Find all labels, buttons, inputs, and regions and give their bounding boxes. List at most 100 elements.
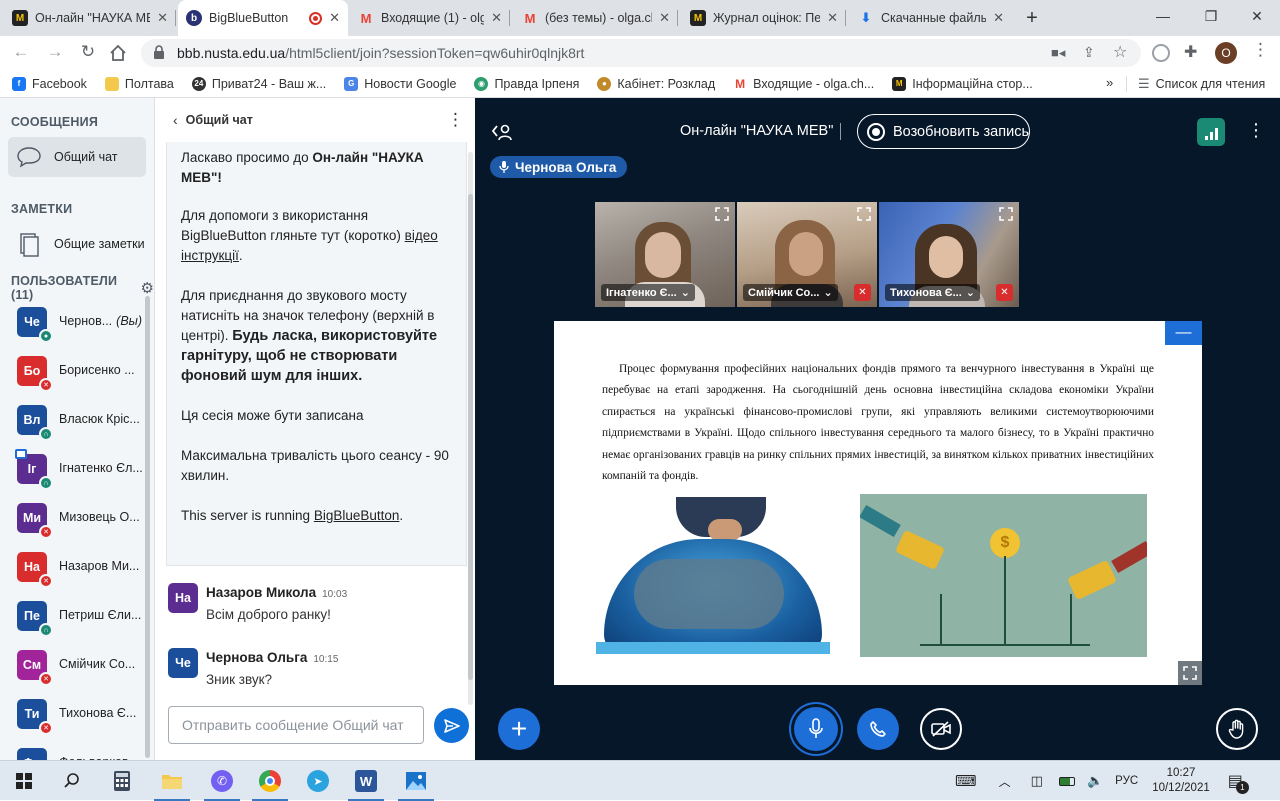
volume-icon[interactable]: 🔈 [1087, 773, 1103, 789]
webcam-video[interactable]: Ігнатенко Є... ⌄ [595, 202, 735, 307]
meet-now-icon[interactable]: ◫ [1031, 773, 1043, 789]
tab-grades[interactable]: M Журнал оцінок: Пе ✕ [682, 4, 846, 32]
taskbar-viber[interactable]: ✆ [198, 761, 246, 801]
presentation-slide[interactable]: Процес формування професійних національн… [554, 321, 1202, 685]
taskbar-chrome[interactable] [246, 761, 294, 801]
chat-options-icon[interactable]: ⋮ [447, 110, 464, 130]
notifications-icon[interactable]: ▤ 1 [1228, 771, 1249, 794]
back-button[interactable]: ← [10, 42, 32, 64]
close-tab-icon[interactable]: ✕ [491, 10, 502, 26]
user-list-item[interactable]: Вл ∩ Власюк Кріс... [0, 396, 150, 444]
minimize-presentation-button[interactable]: — [1165, 321, 1202, 345]
taskbar-calculator[interactable] [98, 761, 146, 801]
tab-gmail-draft[interactable]: M (без темы) - olga.ch ✕ [514, 4, 678, 32]
bigbluebutton-link[interactable]: BigBlueButton [314, 508, 400, 523]
user-list-item[interactable]: Іг ∩ Ігнатенко Єл... [0, 445, 150, 493]
share-icon[interactable]: ⇪ [1083, 44, 1095, 61]
minimize-button[interactable]: — [1140, 0, 1186, 32]
chevron-up-icon[interactable]: ︿ [999, 773, 1011, 790]
mute-microphone-button[interactable] [794, 707, 838, 751]
profile-avatar[interactable]: O [1215, 42, 1237, 64]
user-list-item[interactable]: См ✕ Смійчик Со... [0, 641, 150, 689]
user-list-item[interactable]: Бо ✕ Борисенко ... [0, 347, 150, 395]
address-bar[interactable]: bbb.nusta.edu.ua/html5client/join?sessio… [141, 39, 1141, 67]
manage-users-icon[interactable] [491, 123, 513, 141]
shared-notes-button[interactable]: Общие заметки [8, 224, 146, 264]
connection-status-icon[interactable] [1197, 118, 1225, 146]
restore-button[interactable]: ❐ [1188, 0, 1234, 32]
tab-bigbluebutton[interactable]: b BigBlueButton ✕ [178, 0, 348, 36]
reading-list-button[interactable]: ☰ Список для чтения [1138, 76, 1265, 92]
home-button[interactable] [108, 43, 128, 63]
close-tab-icon[interactable]: ✕ [993, 10, 1004, 26]
user-list-item[interactable]: Че ● Чернов... (Вы) [0, 298, 150, 346]
chat-title[interactable]: Общий чат [186, 113, 253, 127]
public-chat-button[interactable]: Общий чат [8, 137, 146, 177]
share-webcam-button[interactable] [920, 708, 962, 750]
webcam-video[interactable]: Тихонова Є... ⌄ ✕ [879, 202, 1019, 307]
bookmark-pravda-irpin[interactable]: ◉ Правда Ірпеня [474, 76, 579, 91]
close-window-button[interactable]: ✕ [1234, 0, 1280, 32]
webcam-user-label[interactable]: Смійчик Со... ⌄ [743, 284, 838, 301]
clock[interactable]: 10:27 10/12/2021 [1152, 766, 1210, 796]
pravda-icon: ◉ [474, 76, 489, 91]
taskbar-search-button[interactable] [48, 761, 96, 801]
windows-start-icon [16, 773, 32, 789]
windows-start-button[interactable] [0, 761, 48, 801]
resume-recording-button[interactable]: Возобновить запись [857, 114, 1030, 149]
fullscreen-icon[interactable] [715, 207, 729, 221]
user-list-item[interactable]: Ти ✕ Тихонова Є... [0, 690, 150, 738]
keyboard-icon[interactable]: ⌨ [955, 772, 977, 790]
extensions-puzzle-icon[interactable]: ✚ [1184, 42, 1197, 62]
user-list-item[interactable]: Пе ∩ Петриш Єли... [0, 592, 150, 640]
taskbar-telegram[interactable]: ➤ [294, 761, 342, 801]
more-bookmarks-button[interactable]: » [1106, 75, 1113, 90]
tab-gmail-inbox[interactable]: M Входящие (1) - olga.ch ✕ [350, 4, 510, 32]
close-tab-icon[interactable]: ✕ [329, 10, 340, 26]
camera-indicator-icon[interactable]: ■◂ [1051, 45, 1065, 61]
close-tab-icon[interactable]: ✕ [157, 10, 168, 26]
user-list-item[interactable]: Фо✕Фольварков... [0, 739, 150, 760]
fullscreen-icon[interactable] [999, 207, 1013, 221]
raise-hand-button[interactable] [1216, 708, 1258, 750]
tab-downloads[interactable]: ⬇ Скачанные файлы ✕ [850, 4, 1012, 32]
send-message-button[interactable] [434, 708, 469, 743]
actions-plus-button[interactable]: + [498, 708, 540, 750]
tab-nauka[interactable]: M Он-лайн "НАУКА МЕВ" ✕ [4, 4, 176, 32]
webcam-user-label[interactable]: Тихонова Є... ⌄ [885, 284, 980, 301]
chevron-left-icon[interactable]: ‹ [173, 112, 178, 128]
gear-icon[interactable]: ⚙ [141, 279, 154, 297]
new-tab-button[interactable]: + [1018, 4, 1046, 32]
bookmark-facebook[interactable]: f Facebook [12, 76, 87, 91]
bookmark-gmail[interactable]: M Входящие - olga.ch... [733, 76, 874, 91]
user-list-item[interactable]: На ✕ Назаров Ми... [0, 543, 150, 591]
reload-button[interactable]: ↻ [77, 42, 99, 64]
browser-menu-icon[interactable]: ⋮ [1252, 40, 1269, 60]
fullscreen-presentation-button[interactable] [1178, 661, 1202, 685]
globe-extension-icon[interactable] [1152, 44, 1170, 62]
bookmark-google-news[interactable]: G Новости Google [344, 76, 456, 91]
bookmark-info-page[interactable]: M Інформаційна стор... [892, 76, 1033, 91]
options-menu-icon[interactable]: ⋮ [1247, 120, 1265, 141]
talking-indicator[interactable]: Чернова Ольга [490, 156, 628, 178]
user-list-scrollbar[interactable] [145, 296, 150, 758]
user-list-item[interactable]: Ми ✕ Мизовець О... [0, 494, 150, 542]
taskbar-photos[interactable] [392, 761, 440, 801]
webcam-user-label[interactable]: Ігнатенко Є... ⌄ [601, 284, 695, 301]
close-tab-icon[interactable]: ✕ [827, 10, 838, 26]
bookmark-cabinet[interactable]: ● Кабінет: Розклад [597, 76, 715, 91]
battery-icon[interactable] [1058, 776, 1075, 786]
webcam-video[interactable]: Смійчик Со... ⌄ ✕ [737, 202, 877, 307]
input-language[interactable]: РУС [1115, 775, 1138, 787]
fullscreen-icon[interactable] [857, 207, 871, 221]
bookmark-poltava[interactable]: Полтава [104, 76, 174, 91]
bookmark-privat24[interactable]: 24 Приват24 - Ваш ж... [191, 76, 326, 91]
chat-scrollbar[interactable] [468, 194, 473, 680]
taskbar-file-explorer[interactable] [148, 761, 196, 801]
bookmark-star-icon[interactable]: ☆ [1113, 42, 1127, 62]
close-tab-icon[interactable]: ✕ [659, 10, 670, 26]
leave-audio-button[interactable] [857, 708, 899, 750]
forward-button[interactable]: → [44, 42, 66, 64]
chat-message-input[interactable]: Отправить сообщение Общий чат [168, 706, 424, 744]
taskbar-word[interactable]: W [342, 761, 390, 801]
